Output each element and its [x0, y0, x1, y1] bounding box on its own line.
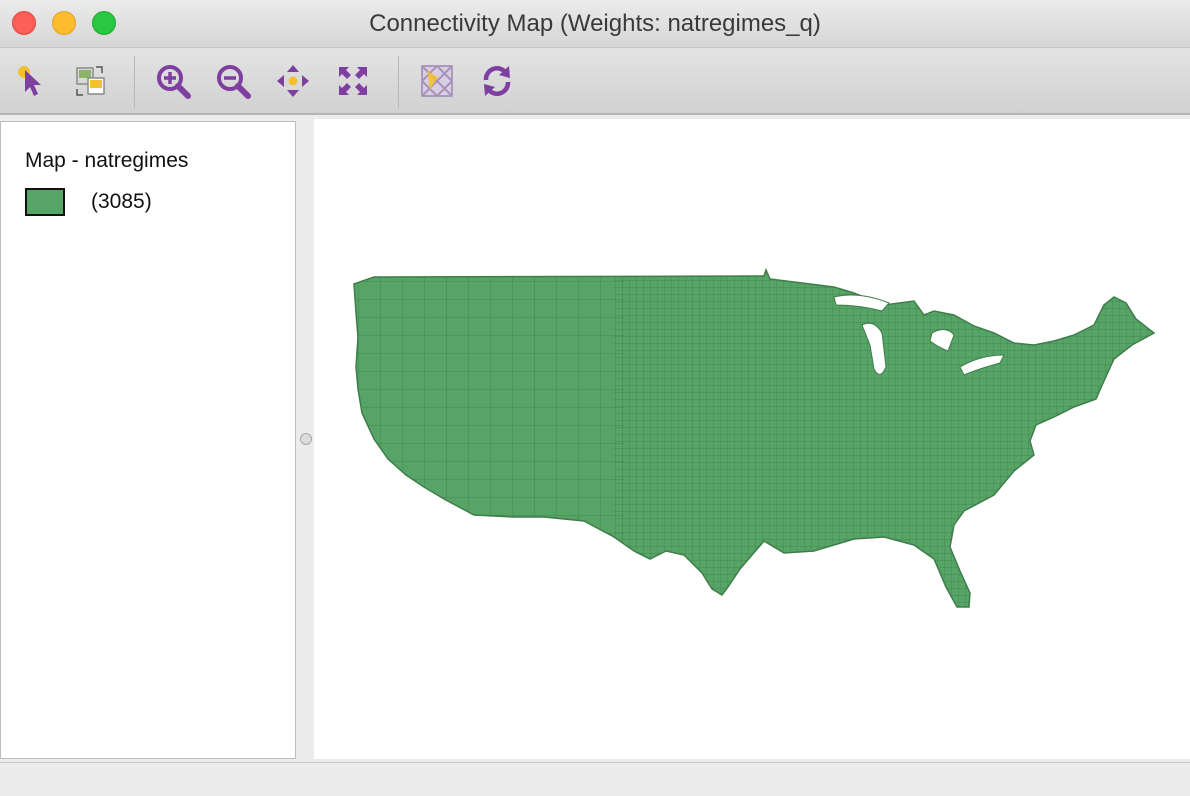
basemap-button[interactable]	[416, 60, 458, 102]
map-canvas[interactable]	[314, 119, 1190, 759]
connectivity-map-window: Connectivity Map (Weights: natregimes_q)	[0, 0, 1190, 796]
full-extent-button[interactable]	[332, 60, 374, 102]
refresh-button[interactable]	[476, 60, 518, 102]
us-county-map[interactable]	[314, 119, 1190, 759]
legend-title: Map - natregimes	[25, 149, 189, 172]
zoom-in-icon	[157, 65, 191, 99]
refresh-icon	[483, 66, 511, 96]
copy-image-icon	[76, 66, 105, 96]
copy-image-button[interactable]	[70, 60, 112, 102]
window-title: Connectivity Map (Weights: natregimes_q)	[369, 10, 821, 37]
pan-button[interactable]	[272, 60, 314, 102]
basemap-icon	[421, 65, 453, 97]
legend-item-label: (3085)	[91, 190, 152, 213]
zoom-out-button[interactable]	[212, 60, 254, 102]
toolbar-separator	[398, 56, 399, 108]
zoom-out-icon	[217, 65, 251, 99]
legend-swatch[interactable]	[25, 188, 65, 216]
select-icon	[18, 66, 41, 96]
us-outline	[353, 269, 1155, 608]
legend-panel[interactable]: Map - natregimes (3085)	[0, 121, 296, 759]
toolbar-separator	[134, 56, 135, 108]
select-tool-button[interactable]	[12, 60, 54, 102]
splitter-handle[interactable]	[300, 433, 312, 445]
full-extent-icon	[339, 67, 367, 95]
zoom-in-button[interactable]	[152, 60, 194, 102]
toolbar	[0, 48, 1190, 115]
status-bar	[0, 762, 1190, 796]
pan-icon	[277, 65, 309, 97]
title-bar[interactable]: Connectivity Map (Weights: natregimes_q)	[0, 0, 1190, 48]
